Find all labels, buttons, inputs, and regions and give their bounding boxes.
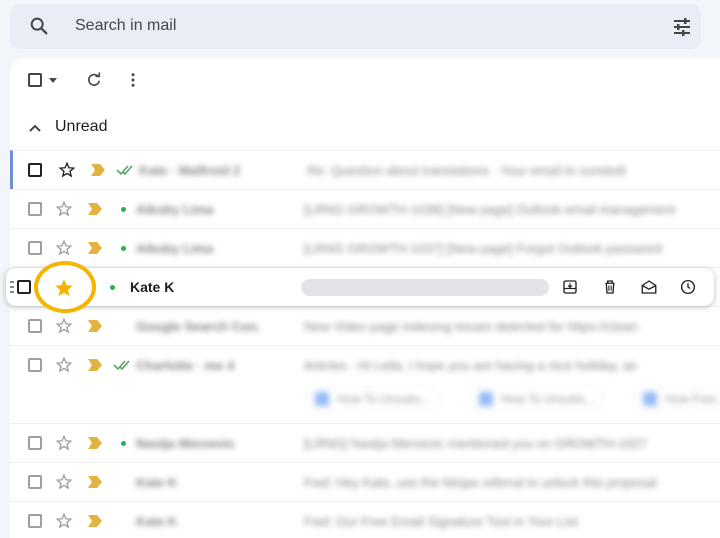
row-checkbox[interactable] — [28, 358, 42, 372]
attachment-name: How To Unsubs... — [501, 392, 595, 406]
search-icon[interactable] — [28, 15, 50, 37]
star-outline-icon[interactable] — [55, 356, 73, 374]
email-row[interactable]: Kate K Fwd: Hey Kate, use the Ninjas ref… — [10, 462, 720, 501]
toolbar — [10, 58, 720, 104]
important-marker-icon[interactable] — [88, 515, 102, 527]
row-content: Charlotte · me 4 Articles - Hi Leila, I … — [136, 346, 720, 385]
row-sender: Kate K — [136, 514, 178, 529]
row-content: Kate K Fwd: Our Free Email Signature Too… — [136, 502, 720, 538]
row-sender: Kate K — [136, 475, 178, 490]
archive-icon[interactable] — [561, 278, 579, 296]
unread-dot — [110, 285, 115, 290]
star-outline-icon[interactable] — [55, 473, 73, 491]
row-subject: [LRNG] Nastja Meroevic mentioned you on … — [304, 436, 648, 451]
chevron-up-icon[interactable] — [28, 122, 42, 134]
subject-placeholder — [301, 279, 549, 296]
more-options-icon[interactable] — [124, 71, 142, 89]
row-checkbox[interactable] — [28, 514, 42, 528]
doc-icon — [643, 392, 657, 406]
row-sender: Kate · Malfroid 2 — [139, 163, 241, 178]
row-checkbox[interactable] — [17, 280, 31, 294]
double-check-icon — [116, 165, 133, 176]
double-check-icon — [113, 360, 130, 371]
search-bar[interactable]: Search in mail — [10, 4, 701, 49]
search-input[interactable]: Search in mail — [75, 17, 176, 35]
row-subject: Re: Question about translations · Your e… — [307, 163, 626, 178]
row-checkbox[interactable] — [28, 241, 42, 255]
row-checkbox[interactable] — [28, 319, 42, 333]
attachment-chip[interactable]: How Frier... — [634, 386, 720, 412]
search-options-icon[interactable] — [670, 15, 694, 39]
chip-strip: How To Unsubs... How To Unsubs... How Fr… — [306, 384, 720, 414]
row-content: Kate · Malfroid 2 Re: Question about tra… — [139, 151, 720, 190]
star-outline-icon[interactable] — [55, 317, 73, 335]
drag-handle-icon[interactable] — [10, 280, 14, 294]
row-content: Google Search Con. New Video page indexi… — [136, 307, 720, 346]
row-checkbox[interactable] — [28, 163, 42, 177]
row-checkbox[interactable] — [28, 475, 42, 489]
row-sender: Aikoby Lima — [136, 241, 214, 256]
important-marker-icon[interactable] — [88, 476, 102, 488]
attachment-chip[interactable]: How To Unsubs... — [470, 386, 604, 412]
doc-icon — [479, 392, 493, 406]
refresh-icon[interactable] — [85, 71, 103, 89]
unread-dot — [121, 441, 126, 446]
attachment-name: How To Unsubs... — [337, 392, 431, 406]
email-row[interactable]: Nastja Meroevic [LRNG] Nastja Meroevic m… — [10, 423, 720, 462]
important-marker-icon[interactable] — [88, 359, 102, 371]
unread-dot — [121, 246, 126, 251]
row-subject: Articles - Hi Leila, I hope you are havi… — [304, 358, 637, 373]
important-marker-icon[interactable] — [88, 320, 102, 332]
mark-as-read-icon[interactable] — [640, 278, 658, 296]
row-subject: [LRNG GROWTH-1037] [New page] Forgot Out… — [304, 241, 662, 256]
unread-dot — [121, 207, 126, 212]
row-subject: New Video page indexing issues detected … — [304, 319, 638, 334]
snooze-clock-icon[interactable] — [679, 278, 697, 296]
attachment-name: How Frier... — [665, 392, 720, 406]
star-outline-icon[interactable] — [55, 239, 73, 257]
delete-icon[interactable] — [601, 278, 619, 296]
select-dropdown-icon[interactable] — [49, 78, 57, 83]
email-row[interactable]: Google Search Con. New Video page indexi… — [10, 306, 720, 345]
important-marker-icon[interactable] — [88, 203, 102, 215]
row-sender: Charlotte · me 4 — [136, 358, 235, 373]
hovered-email-row[interactable]: Kate K — [6, 261, 714, 313]
attachment-chip[interactable]: How To Unsubs... — [306, 386, 440, 412]
row-subject: Fwd: Hey Kate, use the Ninjas referral t… — [304, 475, 657, 490]
row-content: Aikoby Lima [LRNG GROWTH-1038] [New page… — [136, 190, 720, 229]
select-all-checkbox[interactable] — [28, 73, 42, 87]
email-row[interactable]: Kate · Malfroid 2 Re: Question about tra… — [10, 150, 720, 189]
star-outline-icon[interactable] — [55, 434, 73, 452]
star-outline-icon[interactable] — [58, 161, 76, 179]
row-checkbox[interactable] — [28, 202, 42, 216]
email-row[interactable]: Charlotte · me 4 Articles - Hi Leila, I … — [10, 345, 720, 423]
row-content: Kate K Fwd: Hey Kate, use the Ninjas ref… — [136, 463, 720, 502]
row-sender: Aikoby Lima — [136, 202, 214, 217]
star-filled-icon[interactable] — [53, 277, 75, 299]
row-content: Nastja Meroevic [LRNG] Nastja Meroevic m… — [136, 424, 720, 463]
doc-icon — [315, 392, 329, 406]
row-sender: Kate K — [130, 279, 175, 295]
row-subject: Fwd: Our Free Email Signature Tool in Yo… — [304, 514, 578, 529]
star-outline-icon[interactable] — [55, 512, 73, 530]
email-row[interactable]: Aikoby Lima [LRNG GROWTH-1038] [New page… — [10, 189, 720, 228]
email-row[interactable]: Kate K Fwd: Our Free Email Signature Too… — [10, 501, 720, 538]
row-subject: [LRNG GROWTH-1038] [New page] Outlook em… — [304, 202, 676, 217]
unread-section-header[interactable]: Unread — [10, 110, 720, 146]
important-marker-icon[interactable] — [88, 437, 102, 449]
row-checkbox[interactable] — [28, 436, 42, 450]
important-marker-icon[interactable] — [88, 242, 102, 254]
email-row[interactable]: Aikoby Lima [LRNG GROWTH-1037] [New page… — [10, 228, 720, 267]
row-sender: Google Search Con. — [136, 319, 261, 334]
row-sender: Nastja Meroevic — [136, 436, 235, 451]
star-outline-icon[interactable] — [55, 200, 73, 218]
attachment-chips: How To Unsubs... How To Unsubs... How Fr… — [306, 384, 720, 414]
section-label: Unread — [55, 118, 108, 135]
row-content: Aikoby Lima [LRNG GROWTH-1037] [New page… — [136, 229, 720, 268]
important-marker-icon[interactable] — [91, 164, 105, 176]
